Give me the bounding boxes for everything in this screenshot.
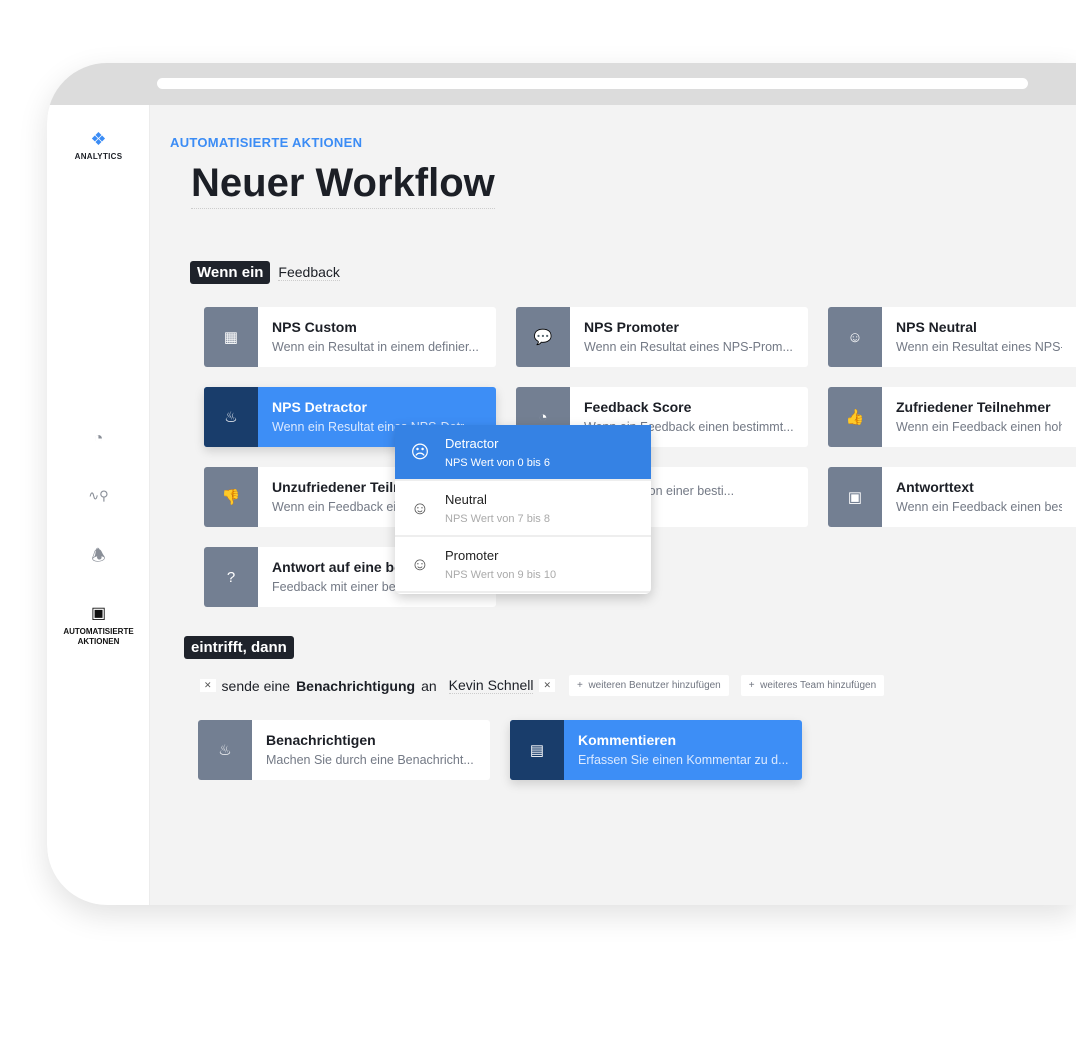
dropdown-option-neutral[interactable]: ☺ Neutral NPS Wert von 7 bis 8 [395,481,651,537]
card-desc: Wenn ein Feedback einen hohen [896,420,1062,434]
dropdown-option-promoter[interactable]: ☺ Promoter NPS Wert von 9 bis 10 [395,537,651,593]
option-sub: NPS Wert von 7 bis 8 [445,512,550,525]
add-user-label: weiteren Benutzer hinzufügen [588,680,721,691]
trigger-card[interactable]: ☺ NPS Neutral Wenn ein Resultat eines NP… [828,307,1076,367]
card-desc: Wenn ein Feedback einen bestimmten [896,500,1062,514]
chat-bubbles-icon: 💬 [516,307,570,367]
sidebar-item-dashboard[interactable]: ◔ [47,430,150,448]
sidebar-item-label: AUTOMATISIERTE AKTIONEN [63,627,134,646]
card-desc: Machen Sie durch eine Benachricht... [266,753,474,767]
trigger-card[interactable]: 💬 NPS Promoter Wenn ein Resultat eines N… [516,307,808,367]
card-title: Benachrichtigen [266,732,376,748]
page-title[interactable]: Neuer Workflow [191,161,495,209]
card-title: NPS Neutral [896,319,977,335]
logo[interactable]: ❖ ANALYTICS [47,129,150,161]
thumbs-down-icon: 👎 [204,467,258,527]
card-title: Antworttext [896,479,974,495]
card-title: Feedback Score [584,399,692,415]
action-card[interactable]: ♨ Benachrichtigen Machen Sie durch eine … [198,720,490,780]
remove-action-button[interactable]: ✕ [200,679,216,692]
card-title: NPS Promoter [584,319,679,335]
card-desc: Wenn ein Resultat eines NPS-Prom... [584,340,793,354]
comment-icon: ▤ [510,720,564,780]
add-team-button[interactable]: + weiteres Team hinzufügen [740,675,885,696]
trigger-card[interactable]: 👍 Zufriedener Teilnehmer Wenn ein Feedba… [828,387,1076,447]
card-title: Kommentieren [578,732,677,748]
sidebar-item-analysis[interactable]: ∿⚲ [47,488,150,504]
breadcrumb[interactable]: AUTOMATISIERTE AKTIONEN [170,135,362,150]
dropdown-option-detractor[interactable]: ☹ Detractor NPS Wert von 0 bis 6 [395,425,651,481]
thumbs-up-icon: 👍 [828,387,882,447]
card-desc: Wenn ein Resultat eines NPS-Neutral [896,340,1062,354]
card-title: Zufriedener Teilnehmer [896,399,1051,415]
recipient-user[interactable]: Kevin Schnell [448,677,534,694]
neutral-face-icon: ☺ [828,307,882,367]
option-label: Detractor [445,435,499,451]
card-desc: Wenn ein Resultat in einem definier... [272,340,479,354]
abacus-icon: ▦ [204,307,258,367]
sidebar: ❖ ANALYTICS ◔ ∿⚲ 🕭 ▣ AUTOMATISIERTE AKTI… [47,105,150,905]
action-text: sende eine [221,677,291,694]
logo-bubble-icon: ❖ [90,129,107,149]
sad-face-icon: ☹ [410,441,430,462]
question-icon: ? [204,547,258,607]
card-desc: Erfassen Sie einen Kommentar zu d... [578,753,788,767]
neutral-face-icon: ☺ [410,497,430,518]
pulse-search-icon: ∿⚲ [88,488,109,503]
action-tag: eintrifft, dann [184,636,294,659]
sidebar-item-alerts[interactable]: 🕭 [47,545,150,572]
option-label: Neutral [445,491,487,507]
action-text: an [421,677,437,694]
trigger-tag: Wenn ein [190,261,271,284]
card-title: NPS Custom [272,319,357,335]
trigger-card[interactable]: ▣ Antworttext Wenn ein Feedback einen be… [828,467,1076,527]
gauge-icon: ◔ [93,430,104,447]
action-card[interactable]: ▤ Kommentieren Erfassen Sie einen Kommen… [510,720,802,780]
action-type-select[interactable]: Benachrichtigung [296,678,415,694]
add-user-button[interactable]: + weiteren Benutzer hinzufügen [569,675,729,696]
trigger-card[interactable]: ▦ NPS Custom Wenn ein Resultat in einem … [204,307,496,367]
logo-label: ANALYTICS [74,152,123,161]
option-sub: NPS Wert von 0 bis 6 [445,456,550,469]
smile-face-icon: ☺ [410,553,430,574]
bell-icon: ♨ [198,720,252,780]
trigger-subject-select[interactable]: Feedback [278,264,340,281]
main-content: AUTOMATISIERTE AKTIONEN Neuer Workflow W… [150,105,1076,905]
robot-icon: ▣ [90,605,107,622]
remove-recipient-button[interactable]: ✕ [539,679,556,692]
nps-dropdown: ☹ Detractor NPS Wert von 0 bis 6 ☺ Neutr… [395,425,651,594]
add-team-label: weiteres Team hinzufügen [760,680,877,691]
card-title: NPS Detractor [272,399,367,415]
sidebar-item-automation[interactable]: ▣ AUTOMATISIERTE AKTIONEN [47,603,150,647]
device-frame: ❖ ANALYTICS ◔ ∿⚲ 🕭 ▣ AUTOMATISIERTE AKTI… [47,63,1076,905]
text-box-icon: ▣ [828,467,882,527]
fire-icon: ♨ [204,387,258,447]
address-bar[interactable] [157,78,1028,89]
option-sub: NPS Wert von 9 bis 10 [445,568,557,581]
bell-icon: 🕭 [91,548,106,565]
option-label: Promoter [445,547,499,563]
